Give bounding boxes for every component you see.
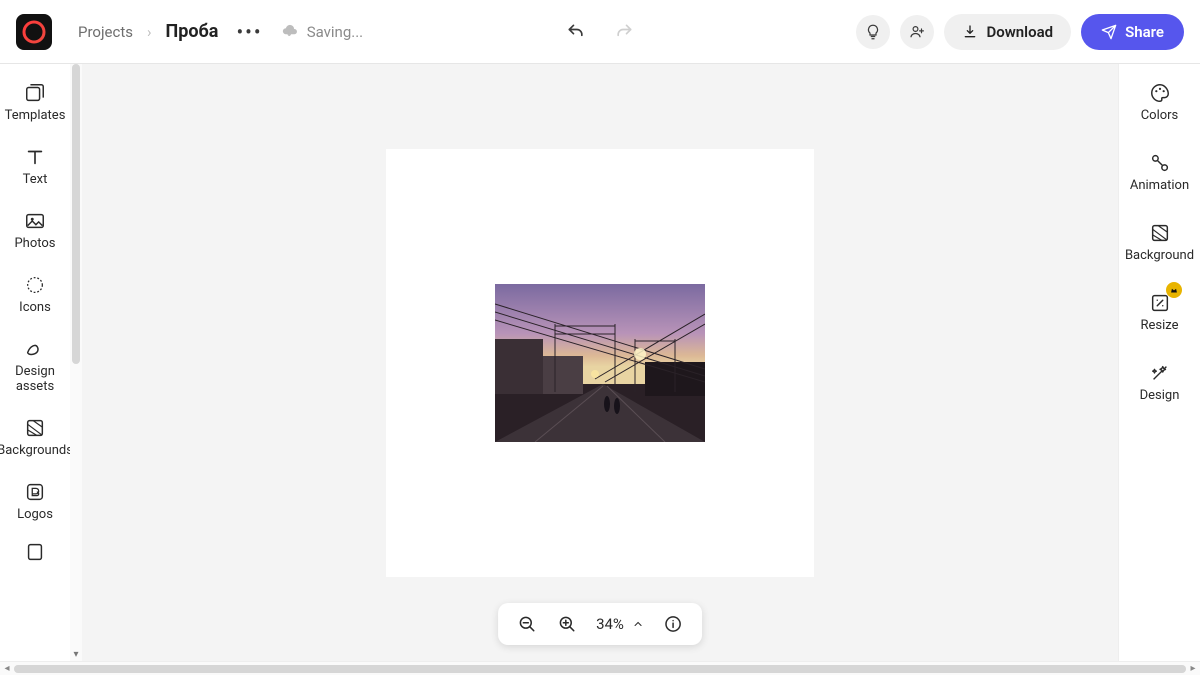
sidebar-label: Design assets [1,365,69,395]
canvas-area[interactable]: 34% [82,64,1118,661]
sidebar-label: Text [23,173,48,188]
zoom-toolbar: 34% [498,603,702,645]
left-rail-scrollbar[interactable]: ▴ ▾ [70,64,82,661]
photos-icon [24,210,46,232]
zoom-in-button[interactable] [556,613,578,635]
download-button[interactable]: Download [944,14,1071,50]
text-icon [24,146,46,168]
cloud-sync-icon [281,23,299,41]
placed-photo[interactable] [495,284,705,442]
save-status: Saving... [281,23,363,41]
more-menu-button[interactable]: ••• [236,20,262,44]
chevron-right-icon: › [147,23,152,41]
scroll-left-icon[interactable]: ◂ [0,663,14,674]
chevron-up-icon [632,618,644,630]
sidebar-item-animation[interactable]: Animation [1120,152,1200,194]
hint-button[interactable] [856,15,890,49]
icons-icon [24,274,46,296]
download-label: Download [986,23,1053,41]
sidebar-item-text[interactable]: Text [1,146,69,188]
sidebar-label: Background [1125,249,1194,264]
project-title[interactable]: Проба [166,21,219,42]
left-sidebar: Templates Text Photos Icons Design asset… [0,64,70,661]
sidebar-label: Animation [1130,179,1189,194]
premium-badge-icon [1166,282,1182,298]
sidebar-item-background[interactable]: Background [1120,222,1200,264]
scroll-down-icon[interactable]: ▾ [70,649,82,661]
zoom-out-button[interactable] [516,613,538,635]
sidebar-item-colors[interactable]: Colors [1120,82,1200,124]
sidebar-item-logos[interactable]: Logos [1,481,69,523]
undo-button[interactable] [559,15,593,49]
sidebar-item-more[interactable] [1,541,69,563]
background-icon [1149,222,1171,244]
scrollbar-thumb[interactable] [72,64,80,364]
download-icon [962,24,978,40]
sidebar-label: Backgrounds [0,444,70,459]
animation-icon [1149,152,1171,174]
backgrounds-icon [24,417,46,439]
templates-icon [24,82,46,104]
zoom-percent-dropdown[interactable]: 34% [596,615,644,633]
horizontal-scrollbar[interactable]: ◂ ▸ [0,661,1200,675]
invite-button[interactable] [900,15,934,49]
shapes-icon [24,338,46,360]
scroll-right-icon[interactable]: ▸ [1186,663,1200,674]
share-button[interactable]: Share [1081,14,1184,50]
zoom-percent-label: 34% [596,615,624,633]
sidebar-item-resize[interactable]: Resize [1120,292,1200,334]
sidebar-item-design[interactable]: Design [1120,362,1200,404]
breadcrumb: Projects › Проба [78,21,218,42]
artboard[interactable] [386,149,814,577]
scrollbar-track[interactable] [14,665,1186,673]
share-icon [1101,24,1117,40]
share-label: Share [1125,23,1164,41]
sidebar-label: Logos [17,508,53,523]
magic-wand-icon [1149,362,1171,384]
sidebar-label: Design [1140,389,1180,404]
sidebar-item-photos[interactable]: Photos [1,210,69,252]
palette-icon [1149,82,1171,104]
scrollbar-thumb[interactable] [14,665,1186,673]
redo-button[interactable] [607,15,641,49]
info-button[interactable] [662,613,684,635]
sidebar-label: Templates [5,109,66,124]
sidebar-label: Photos [14,237,55,252]
logos-icon [24,481,46,503]
sidebar-label: Icons [19,301,51,316]
sidebar-item-backgrounds[interactable]: Backgrounds [1,417,69,459]
sidebar-label: Colors [1141,109,1179,124]
sidebar-item-icons[interactable]: Icons [1,274,69,316]
sidebar-label: Resize [1140,319,1178,334]
app-logo[interactable] [16,14,52,50]
right-sidebar: Colors Animation Background Resize Desig… [1118,64,1200,661]
libraries-icon [24,541,46,563]
sidebar-item-templates[interactable]: Templates [1,82,69,124]
breadcrumb-root[interactable]: Projects [78,23,133,41]
save-status-label: Saving... [307,23,363,41]
sidebar-item-design-assets[interactable]: Design assets [1,338,69,395]
